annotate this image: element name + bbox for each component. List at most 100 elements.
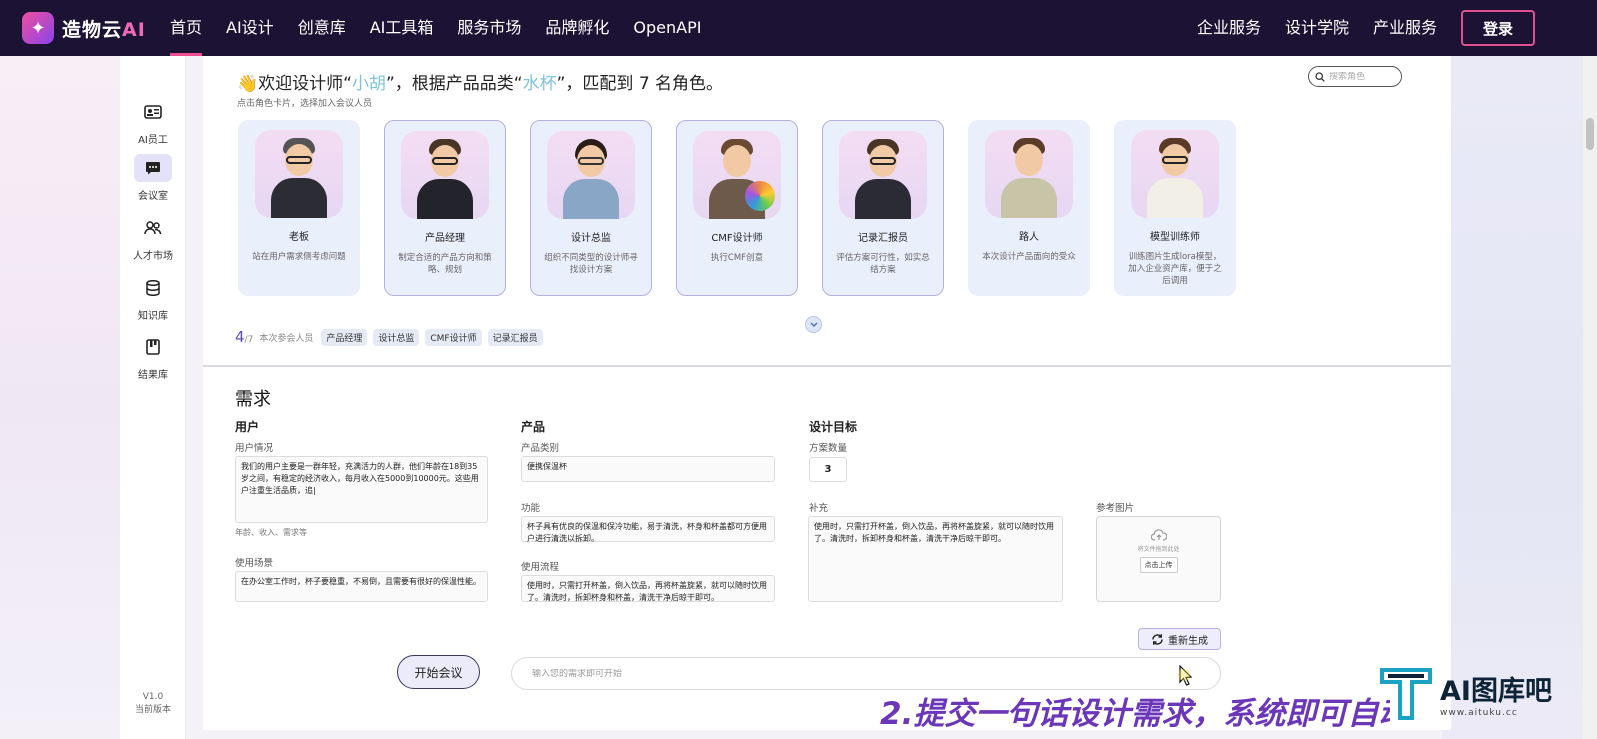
role-card-design-director[interactable]: 设计总监 组织不同类型的设计师寻找设计方案	[530, 120, 652, 296]
goal-section-title: 设计目标	[809, 420, 858, 434]
expand-toggle[interactable]	[805, 316, 822, 333]
role-title: 记录汇报员	[858, 233, 908, 244]
sidebar-item-talent-market[interactable]: 人才市场	[120, 214, 186, 262]
product-flow-label: 使用流程	[521, 562, 560, 573]
user-situation-hint: 年龄、收入、需求等	[235, 528, 307, 537]
user-scene-field[interactable]: 在办公室工作时，杯子要稳重，不易倒，且需要有很好的保温性能。	[235, 571, 488, 602]
logo-text: 造物云AI	[62, 18, 146, 41]
passerby-avatar	[985, 130, 1073, 218]
requirements-title: 需求	[235, 389, 271, 410]
sidebar-item-ai-staff[interactable]: AI员工	[120, 98, 186, 146]
nav-industry-service[interactable]: 产业服务	[1373, 0, 1437, 56]
user-section-title: 用户	[235, 420, 260, 434]
chevron-down-icon	[810, 322, 817, 327]
supplement-field[interactable]: 使用时，只需打开杯盖，倒入饮品，再将杯盖旋紧，就可以随时饮用了。清洗时，拆卸杯身…	[808, 516, 1063, 602]
role-desc: 制定合适的产品方向和策略、规划	[398, 253, 492, 275]
requirement-prompt[interactable]	[511, 657, 1221, 690]
sidebar: AI员工 会议室 人才市场 知识库 结果库 V1.0 当前版本	[120, 56, 186, 739]
role-cards: 老板 站在用户需求侧考虑问题 产品经理 制定合适的产品方向和策略、规划 设计总监…	[238, 120, 1236, 296]
sidebar-label: 会议室	[138, 191, 168, 202]
nav-service-market[interactable]: 服务市场	[457, 0, 521, 56]
cloud-upload-icon	[1150, 529, 1167, 541]
role-card-boss[interactable]: 老板 站在用户需求侧考虑问题	[238, 120, 360, 296]
nav-openapi[interactable]: OpenAPI	[633, 0, 701, 56]
scrollbar-thumb[interactable]	[1586, 118, 1594, 150]
nav-idea-library[interactable]: 创意库	[298, 0, 346, 56]
attendee-tag[interactable]: 设计总监	[373, 328, 420, 346]
welcome-message: 👋欢迎设计师“小胡”，根据产品品类“水杯”，匹配到 7 名角色。	[237, 74, 724, 94]
sidebar-item-result-library[interactable]: 结果库	[120, 333, 186, 381]
product-flow-field[interactable]: 使用时，只需打开杯盖，倒入饮品，再将杯盖旋紧，就可以随时饮用了。清洗时，拆卸杯身…	[521, 575, 775, 602]
product-category: 水杯	[522, 74, 557, 94]
sparkle-logo-icon: ✦	[22, 12, 54, 44]
sidebar-item-knowledge-base[interactable]: 知识库	[120, 274, 186, 322]
reference-image-upload[interactable]: 将文件拖到此处 点击上传	[1096, 516, 1221, 602]
role-title: 设计总监	[571, 233, 611, 244]
design-director-avatar	[547, 131, 635, 219]
sidebar-label: 人才市场	[133, 251, 173, 262]
video-caption: 2.提交一句话设计需求，系统即可自动	[880, 696, 1390, 732]
user-scene-label: 使用场景	[235, 558, 274, 569]
role-title: 模型训练师	[1150, 232, 1200, 243]
refresh-icon	[1152, 633, 1163, 645]
main-panel: 👋欢迎设计师“小胡”，根据产品品类“水杯”，匹配到 7 名角色。 点击角色卡片，…	[203, 56, 1451, 730]
brand-logo[interactable]: ✦ 造物云AI	[22, 12, 146, 44]
user-situation-field[interactable]: 我们的用户主要是一群年轻，充满活力的人群，他们年龄在18到35岁之间，有稳定的经…	[235, 456, 488, 523]
supplement-label: 补充	[809, 503, 829, 514]
plan-count-label: 方案数量	[809, 443, 848, 454]
version-info: V1.0 当前版本	[120, 691, 186, 717]
regenerate-label: 重新生成	[1168, 635, 1208, 647]
version-label: 当前版本	[134, 705, 171, 715]
users-icon	[134, 214, 172, 242]
prompt-input[interactable]	[532, 668, 1132, 679]
nav-design-academy[interactable]: 设计学院	[1285, 0, 1349, 56]
attendees-row: 4/7 本次参会人员 产品经理 设计总监 CMF设计师 记录汇报员	[235, 328, 543, 346]
product-function-label: 功能	[521, 503, 541, 514]
login-button[interactable]: 登录	[1461, 10, 1535, 46]
nav-ai-toolbox[interactable]: AI工具箱	[370, 0, 434, 56]
select-hint: 点击角色卡片，选择加入会议人员	[237, 99, 373, 109]
section-divider	[203, 365, 1451, 367]
product-category-field[interactable]: 便携保温杯	[521, 456, 775, 482]
role-title: 产品经理	[425, 233, 465, 244]
role-desc: 本次设计产品面向的受众	[982, 252, 1076, 262]
upload-button[interactable]: 点击上传	[1139, 557, 1178, 573]
product-function-field[interactable]: 杯子具有优良的保温和保冷功能，易于清洗，杯身和杯盖都可方便用户进行清洗以拆卸。	[521, 516, 775, 543]
page-scrollbar[interactable]	[1583, 56, 1597, 739]
search-input[interactable]	[1329, 71, 1395, 82]
nav-home[interactable]: 首页	[170, 0, 203, 56]
top-nav: ✦ 造物云AI 首页 AI设计 创意库 AI工具箱 服务市场 品牌孵化 Open…	[0, 0, 1597, 56]
attendees-label: 本次参会人员	[259, 333, 314, 344]
mouse-cursor-icon	[1178, 665, 1193, 686]
role-card-passerby[interactable]: 路人 本次设计产品面向的受众	[968, 120, 1090, 296]
designer-name: 小胡	[351, 74, 386, 94]
sidebar-label: AI员工	[138, 135, 168, 146]
product-category-label: 产品类别	[521, 443, 560, 454]
sidebar-item-meeting-room[interactable]: 会议室	[120, 154, 186, 202]
nav-brand-incubation[interactable]: 品牌孵化	[545, 0, 609, 56]
role-desc: 评估方案可行性，如实总结方案	[836, 253, 930, 275]
plan-count-input[interactable]: 3	[809, 457, 847, 482]
model-trainer-avatar	[1131, 130, 1219, 218]
attendee-tag[interactable]: 记录汇报员	[487, 328, 543, 346]
nav-enterprise-service[interactable]: 企业服务	[1197, 0, 1261, 56]
role-card-model-trainer[interactable]: 模型训练师 训练图片生成lora模型，加入企业资产库，便于之后调用	[1114, 120, 1236, 296]
background-left	[0, 56, 120, 739]
role-desc: 站在用户需求侧考虑问题	[252, 252, 346, 262]
search-icon	[1315, 71, 1325, 82]
sidebar-label: 结果库	[138, 370, 168, 381]
role-card-cmf-designer[interactable]: CMF设计师 执行CMF创意	[676, 120, 798, 296]
cmf-designer-avatar	[693, 131, 781, 219]
regenerate-button[interactable]: 重新生成	[1138, 628, 1221, 650]
role-title: 路人	[1019, 232, 1039, 243]
start-meeting-button[interactable]: 开始会议	[397, 655, 480, 689]
attendee-tag[interactable]: 产品经理	[321, 328, 368, 346]
database-icon	[134, 274, 172, 302]
watermark-logo-icon	[1378, 662, 1434, 724]
nav-ai-design[interactable]: AI设计	[226, 0, 274, 56]
role-card-recorder[interactable]: 记录汇报员 评估方案可行性，如实总结方案	[822, 120, 944, 296]
id-card-icon	[134, 98, 172, 126]
role-card-product-manager[interactable]: 产品经理 制定合适的产品方向和策略、规划	[384, 120, 506, 296]
attendee-tag[interactable]: CMF设计师	[425, 328, 482, 346]
role-search[interactable]	[1308, 66, 1402, 87]
